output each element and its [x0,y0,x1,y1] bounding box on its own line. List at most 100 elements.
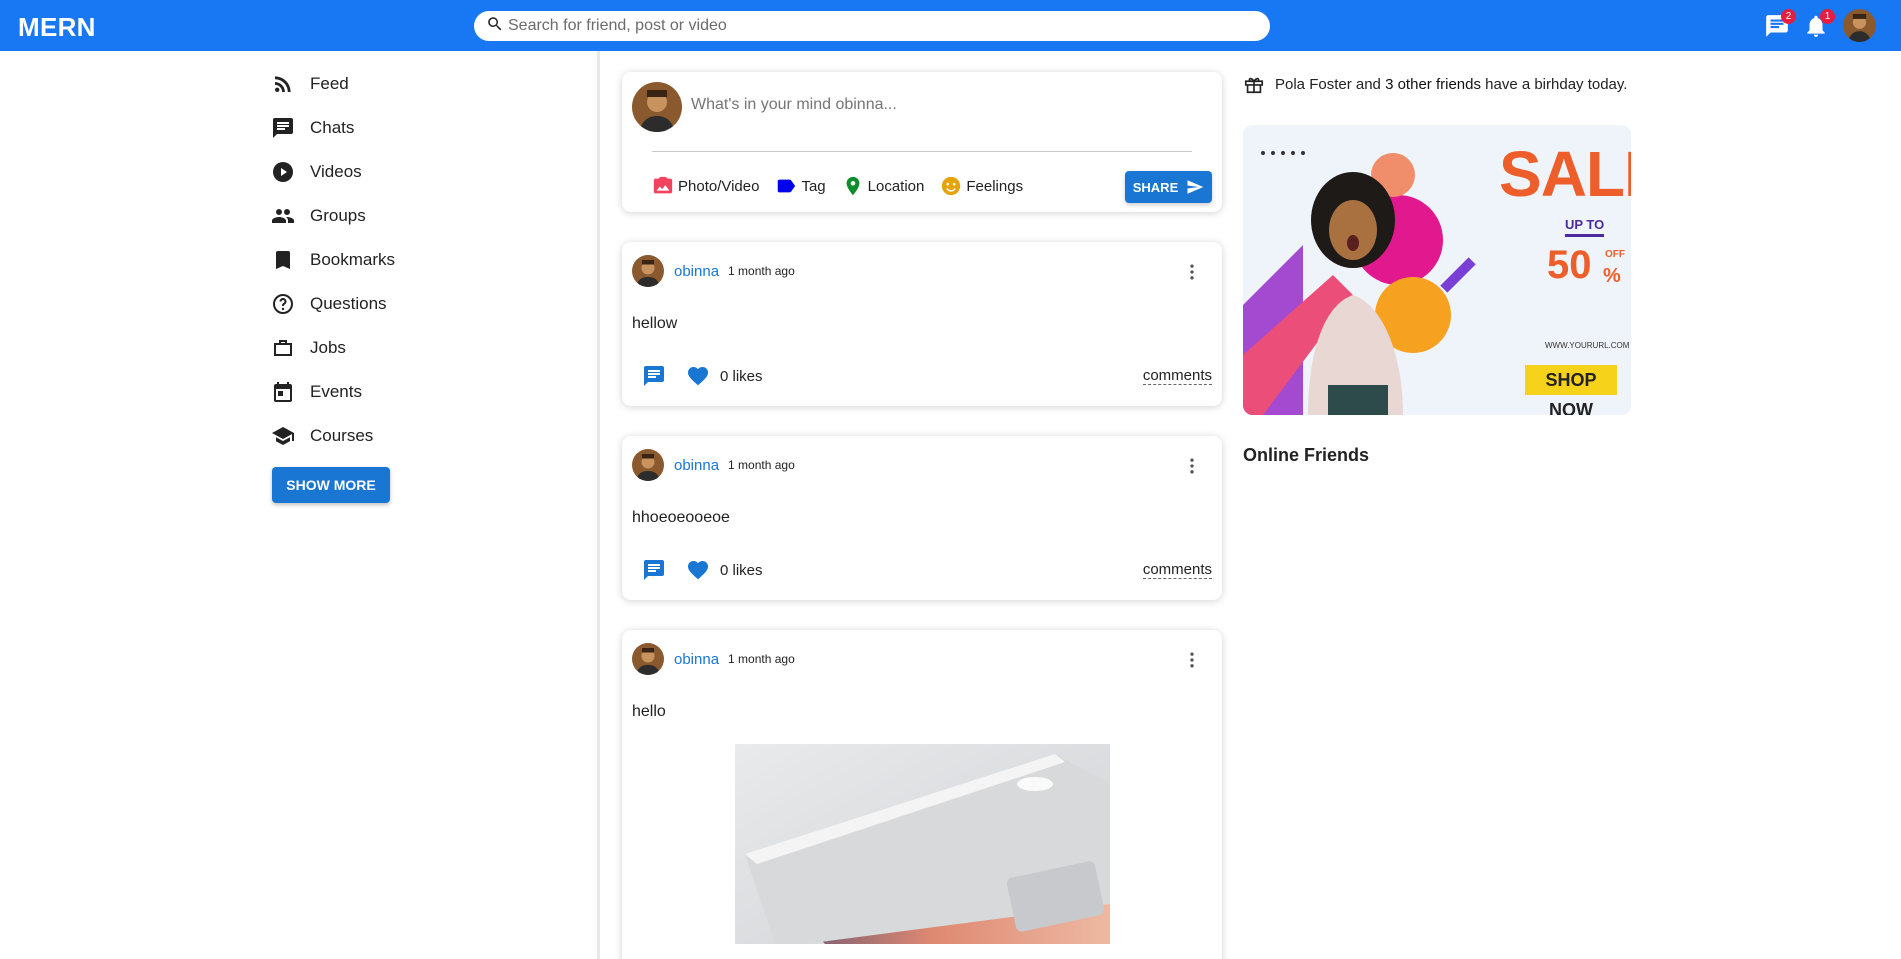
search-bar[interactable] [474,11,1270,41]
post-avatar[interactable] [632,449,664,481]
share-options: Photo/Video Tag Location Feelings [652,175,1039,197]
notifications-badge: 1 [1820,9,1835,24]
bookmark-icon [268,245,298,275]
share-avatar [632,82,682,132]
gift-icon [1244,77,1264,94]
sale-advertisement[interactable]: SALE UP TO 50 % OFF WWW.YOURURL.COM SHOP… [1243,125,1631,415]
more-vert-icon[interactable] [1182,262,1202,282]
sidebar-item-label: Questions [310,294,387,313]
sidebar-item-chats[interactable]: Chats [268,106,568,150]
tag-label: Tag [801,177,826,195]
school-icon [268,421,298,451]
ad-shop-now[interactable]: SHOP NOW [1525,365,1617,415]
sidebar-item-label: Feed [310,74,349,93]
show-more-button[interactable]: SHOW MORE [272,467,390,503]
sidebar-item-label: Jobs [310,338,346,357]
post-text: hhoeoeooeoe [632,509,730,526]
location-pin-icon [846,176,860,196]
location-option[interactable]: Location [842,175,925,197]
post-header: obinna 1 month ago [632,255,795,287]
tag-option[interactable]: Tag [775,175,826,197]
post-username[interactable]: obinna [674,651,719,668]
photo-video-option[interactable]: Photo/Video [652,175,759,197]
heart-icon[interactable] [686,364,710,388]
likes-count: 0 likes [720,561,763,579]
share-button[interactable]: SHARE [1125,171,1212,203]
post-text: hellow [632,315,678,332]
search-input[interactable] [508,17,1248,35]
birthday-name[interactable]: Pola Foster [1275,76,1352,93]
ad-off-text: OFF [1605,249,1625,260]
comment-icon[interactable] [642,364,666,388]
post-text: hello [632,703,666,720]
sidebar-item-jobs[interactable]: Jobs [268,326,568,370]
post-username[interactable]: obinna [674,263,719,280]
more-vert-icon[interactable] [1182,456,1202,476]
notifications-button[interactable]: 1 [1803,9,1835,39]
sidebar-item-label: Groups [310,206,366,225]
sidebar-item-feed[interactable]: Feed [268,62,568,106]
sidebar-item-label: Chats [310,118,355,137]
play-circle-icon [268,157,298,187]
left-sidebar: Feed Chats Videos Groups Bookmarks Quest… [268,62,568,458]
post-actions: 0 likes [642,364,763,388]
heart-icon[interactable] [686,558,710,582]
comments-link[interactable]: comments [1142,562,1212,579]
sidebar-item-label: Bookmarks [310,250,396,269]
sidebar-item-events[interactable]: Events [268,370,568,414]
share-divider [652,151,1192,152]
sidebar-item-label: Courses [310,426,374,445]
birthday-others[interactable]: 3 other friends [1385,76,1481,93]
post-card: obinna 1 month ago hhoeoeooeoe 0 likes c… [622,436,1222,600]
sidebar-item-groups[interactable]: Groups [268,194,568,238]
post-card: obinna 1 month ago hellow 0 likes commen… [622,242,1222,406]
messages-button[interactable]: 2 [1764,9,1796,39]
birthday-and: and [1355,75,1381,93]
sidebar-item-bookmarks[interactable]: Bookmarks [268,238,568,282]
post-time: 1 month ago [728,458,795,472]
feelings-option[interactable]: Feelings [940,175,1023,197]
ad-percent-sign: % [1603,265,1621,287]
online-friends-title: Online Friends [1243,445,1370,465]
bell-icon [1803,15,1829,43]
feelings-label: Feelings [966,177,1024,195]
location-label: Location [867,177,925,195]
group-icon [268,201,298,231]
send-icon [1187,180,1204,194]
emoji-icon [942,176,961,196]
top-bar: MERN 2 1 [0,0,1901,51]
post-actions: 0 likes [642,558,763,582]
label-icon [778,179,796,193]
chat-icon [1764,15,1790,43]
post-avatar[interactable] [632,255,664,287]
sidebar-item-videos[interactable]: Videos [268,150,568,194]
sidebar-item-questions[interactable]: Questions [268,282,568,326]
likes-count: 0 likes [720,367,763,385]
post-time: 1 month ago [728,652,795,666]
share-button-label: SHARE [1132,179,1179,195]
share-input[interactable] [691,96,1191,114]
photo-icon [653,176,673,194]
post-username[interactable]: obinna [674,457,719,474]
sidebar-divider [597,51,600,959]
post-avatar[interactable] [632,643,664,675]
work-icon [268,333,298,363]
share-box: Photo/Video Tag Location Feelings SHARE [622,72,1222,212]
post-header: obinna 1 month ago [632,449,795,481]
brand-logo[interactable]: MERN [18,12,96,43]
post-time: 1 month ago [728,264,795,278]
birthday-rest: have a birhday today. [1485,75,1628,93]
photo-video-label: Photo/Video [678,177,760,195]
rss-feed-icon [268,69,298,99]
sidebar-item-label: Videos [310,162,362,181]
comment-icon[interactable] [642,558,666,582]
post-card: obinna 1 month ago hello [622,630,1222,959]
search-icon [486,15,504,38]
post-image[interactable] [735,744,1110,944]
comments-link[interactable]: comments [1142,368,1212,385]
birthday-notice: Pola Foster and 3 other friends have a b… [1243,73,1627,95]
ad-url-text: WWW.YOURURL.COM [1545,341,1630,350]
more-vert-icon[interactable] [1182,650,1202,670]
sidebar-item-courses[interactable]: Courses [268,414,568,458]
profile-avatar[interactable] [1843,9,1876,42]
